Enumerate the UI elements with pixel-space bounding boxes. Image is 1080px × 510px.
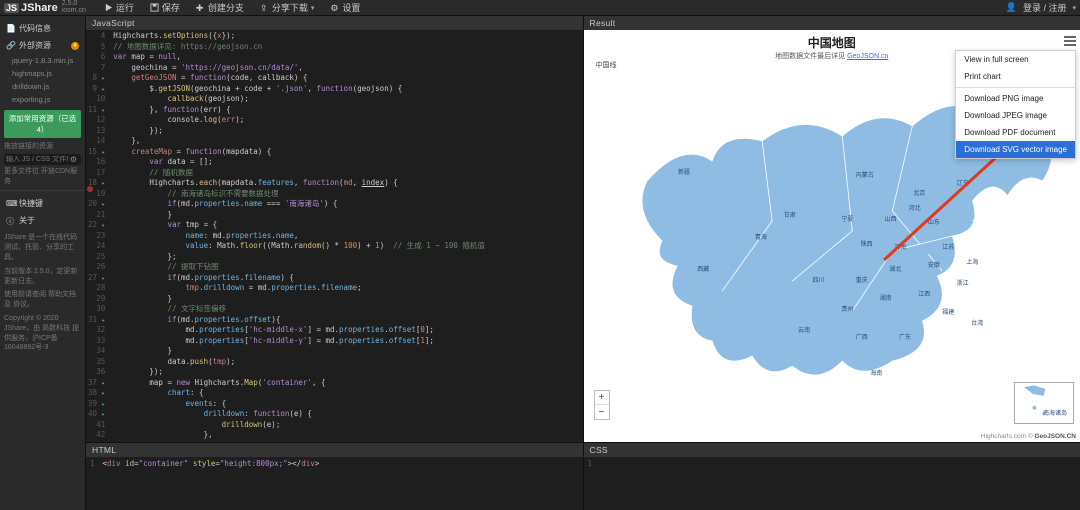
doc-icon: 📄 bbox=[6, 24, 15, 33]
menu-svg[interactable]: Download SVG vector image bbox=[956, 141, 1075, 158]
resource-url-input[interactable] bbox=[6, 156, 68, 163]
caret-icon: ▾ bbox=[1072, 4, 1076, 12]
chart-credits: Highcharts.com © GeoJSON.CN bbox=[981, 433, 1076, 440]
menu-jpeg[interactable]: Download JPEG image bbox=[956, 107, 1075, 124]
menu-png[interactable]: Download PNG image bbox=[956, 90, 1075, 107]
menu-pdf[interactable]: Download PDF document bbox=[956, 124, 1075, 141]
menu-print[interactable]: Print chart bbox=[956, 68, 1075, 85]
drag-note: 拖放链接的资源 bbox=[4, 142, 81, 152]
pane-result: Result 中国地图 地图数据文件最后详见 GeoJSON.cn View i… bbox=[583, 16, 1080, 442]
link-icon: 🔗 bbox=[6, 41, 15, 50]
logo-mark: JS bbox=[4, 3, 19, 13]
pane-header-js: JavaScript bbox=[86, 16, 583, 30]
about-desc: JShare 是一个在线代码测试、托管、分享的工具。 bbox=[4, 233, 81, 262]
topbar: JS JShare 2.5.0iosm.cn 运行 保存 ✚创建分支 ⇪分享下载… bbox=[0, 0, 1080, 16]
about-ver: 当前版本 2.5.0，定更新 更新日志。 bbox=[4, 267, 81, 287]
caret-icon: ▾ bbox=[311, 4, 315, 12]
html-editor[interactable]: 1<div id="container" style="height:800px… bbox=[86, 457, 583, 510]
share-button[interactable]: ⇪分享下载▾ bbox=[254, 1, 321, 14]
zoom-control: + − bbox=[594, 390, 610, 420]
settings-button[interactable]: ⚙设置 bbox=[324, 1, 366, 14]
sidebar-codeinfo[interactable]: 📄代码信息 bbox=[4, 20, 81, 37]
pane-html: HTML 1<div id="container" style="height:… bbox=[85, 443, 583, 510]
map-inset[interactable]: 南海诸岛 bbox=[1014, 382, 1074, 424]
fork-button[interactable]: ✚创建分支 bbox=[190, 1, 250, 14]
about-copy: Copyright © 2020 JShare，由 简数科技 提供服务，沪ICP… bbox=[4, 314, 81, 353]
main: JavaScript 45678 ▸9 ▸1011 ▸12131415 ▸161… bbox=[85, 16, 1080, 510]
lib-item[interactable]: highmaps.js bbox=[4, 67, 81, 80]
resource-url-input-wrap[interactable]: ⚙ bbox=[4, 154, 81, 165]
pane-js: JavaScript 45678 ▸9 ▸1011 ▸12131415 ▸161… bbox=[85, 16, 583, 442]
add-resource-button[interactable]: 添加常用资源（已选 4） bbox=[4, 110, 81, 138]
chart-menu-button[interactable] bbox=[1064, 34, 1076, 48]
chart-context-menu[interactable]: View in full screen Print chart Download… bbox=[955, 50, 1076, 159]
css-editor[interactable]: 1 bbox=[584, 457, 1080, 510]
zoom-in-button[interactable]: + bbox=[595, 391, 609, 405]
pane-header-css: CSS bbox=[584, 443, 1080, 457]
save-button[interactable]: 保存 bbox=[144, 1, 186, 14]
info-icon: ⓘ bbox=[6, 216, 15, 225]
logo-text: JShare bbox=[21, 2, 58, 14]
sidebar-external[interactable]: 🔗外部资源4 bbox=[4, 37, 81, 54]
badge-count: 4 bbox=[71, 42, 79, 50]
gear-icon[interactable]: ⚙ bbox=[68, 155, 79, 164]
lib-item[interactable]: exporting.js bbox=[4, 93, 81, 106]
play-icon bbox=[104, 3, 113, 12]
chart-title: 中国地图 bbox=[584, 30, 1080, 51]
lib-item[interactable]: drilldown.js bbox=[4, 80, 81, 93]
pane-header-result: Result bbox=[584, 16, 1080, 30]
geojson-link[interactable]: GeoJSON.cn bbox=[847, 53, 888, 60]
pane-css: CSS 1 bbox=[583, 443, 1080, 510]
about-help: 使用前请查阅 帮助文档 及 协议。 bbox=[4, 290, 81, 310]
menu-fullscreen[interactable]: View in full screen bbox=[956, 51, 1075, 68]
login-link[interactable]: 登录 / 注册 bbox=[1023, 1, 1067, 14]
sidebar-shortcut[interactable]: ⌨快捷键 bbox=[4, 195, 81, 212]
lib-item[interactable]: jquery-1.8.3.min.js bbox=[4, 54, 81, 67]
zoom-out-button[interactable]: − bbox=[595, 405, 609, 419]
sidebar-about[interactable]: ⓘ关于 bbox=[4, 212, 81, 229]
logo[interactable]: JS JShare 2.5.0iosm.cn bbox=[4, 1, 86, 14]
pane-header-html: HTML bbox=[86, 443, 583, 457]
keyboard-icon: ⌨ bbox=[6, 199, 15, 208]
code-editor[interactable]: 45678 ▸9 ▸1011 ▸12131415 ▸161718 ▸1920 ▸… bbox=[86, 30, 583, 442]
fork-icon: ✚ bbox=[196, 3, 205, 12]
run-button[interactable]: 运行 bbox=[98, 1, 140, 14]
inset-label: 南海诸岛 bbox=[1043, 408, 1067, 417]
save-icon bbox=[150, 3, 159, 12]
logo-version: 2.5.0iosm.cn bbox=[62, 1, 86, 14]
user-icon: 👤 bbox=[1006, 2, 1017, 13]
share-icon: ⇪ bbox=[260, 3, 269, 12]
breakpoint-icon[interactable] bbox=[87, 186, 93, 192]
more-files-link[interactable]: 更多文件位 开放CDN服务 bbox=[4, 167, 81, 187]
gear-icon: ⚙ bbox=[330, 3, 339, 12]
sidebar: 📄代码信息 🔗外部资源4 jquery-1.8.3.min.js highmap… bbox=[0, 16, 85, 510]
result-frame: 中国地图 地图数据文件最后详见 GeoJSON.cn View in full … bbox=[584, 30, 1080, 442]
